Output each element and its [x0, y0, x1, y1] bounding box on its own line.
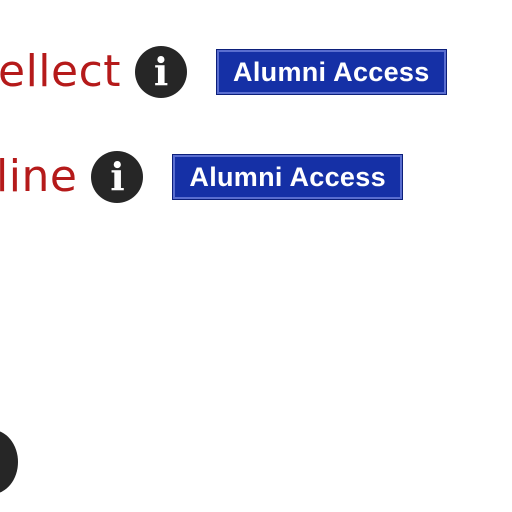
info-icon[interactable]: i — [135, 46, 188, 98]
alumni-access-badge: Alumni Access — [217, 50, 446, 94]
resource-title-link[interactable]: line — [0, 147, 77, 207]
info-icon[interactable] — [0, 430, 18, 494]
alumni-access-badge: Alumni Access — [173, 155, 402, 199]
resource-item: ellect i Alumni Access — [0, 42, 446, 102]
resource-item: line i Alumni Access — [0, 147, 402, 207]
resource-title-link[interactable]: ellect — [0, 42, 121, 102]
info-icon[interactable]: i — [91, 151, 144, 203]
resource-list: ellect i Alumni Access line i Alumni Acc… — [0, 0, 512, 512]
